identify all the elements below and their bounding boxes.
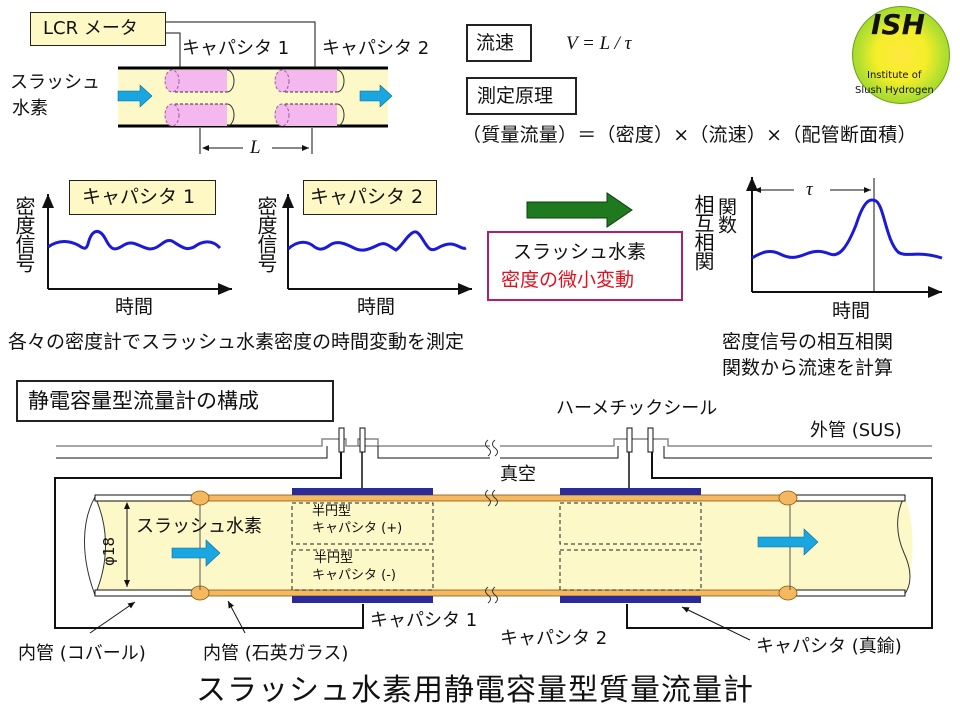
signal-plot-1-y-label: 密度信号	[12, 196, 36, 272]
density-variation-box: スラッシュ水素 密度の微小変動	[487, 231, 683, 301]
top-capacitor-1-label: キャパシタ 1	[182, 38, 290, 59]
measurement-heading: 測定原理	[477, 85, 554, 107]
signal-plot-2-title: キャパシタ 2	[310, 186, 424, 208]
logo-line2: Slush Hydrogen	[855, 85, 934, 96]
measurement-heading-box: 測定原理	[466, 77, 577, 115]
distance-label: L	[250, 137, 261, 158]
semi-cap-minus-line1: 半円型	[314, 551, 354, 566]
semi-cap-plus-line1: 半円型	[312, 504, 352, 519]
page-title: スラッシュ水素用静電容量型質量流量計	[196, 673, 754, 708]
construction-slush-label: スラッシュ水素	[136, 516, 262, 537]
inner-pipe-kovar-label: 内管 (コバール)	[18, 643, 146, 664]
signal-plot-1-line	[47, 230, 222, 251]
construction-capacitor-1-label: キャパシタ 1	[370, 610, 478, 631]
top-capacitor-2-label: キャパシタ 2	[322, 38, 430, 59]
tau-label: τ	[806, 179, 813, 200]
signal-plot-1-title-box: キャパシタ 1	[69, 180, 216, 215]
velocity-heading-box: 流速	[466, 24, 532, 62]
mass-flow-equation: （質量流量）＝（密度）×（流速）×（配管断面積）	[462, 124, 917, 146]
semi-cap-minus-line2: キャパシタ (-)	[312, 568, 396, 583]
correlation-y-label-col1: 相互相関	[691, 194, 715, 270]
correlation-plot-line	[751, 198, 943, 260]
signal-plot-2-line	[287, 230, 467, 252]
velocity-formula: V = L / τ	[566, 33, 632, 54]
lcr-wire-1	[165, 32, 181, 68]
signal-plot-1-title: キャパシタ 1	[82, 186, 196, 208]
hermetic-seal-left	[338, 427, 366, 453]
construction-capacitor-2-label: キャパシタ 2	[500, 628, 608, 649]
signal-plot-2-x-label: 時間	[357, 296, 396, 318]
hermetic-seal-right	[626, 427, 654, 453]
lcr-meter-label: LCR メータ	[43, 18, 138, 39]
correlation-plot-axes	[746, 177, 942, 298]
hermetic-seal-label: ハーメチックシール	[556, 398, 718, 419]
signal-caption: 各々の密度計でスラッシュ水素密度の時間変動を測定	[8, 331, 465, 353]
signal-plot-2-title-box: キャパシタ 2	[303, 180, 437, 215]
logo-line1: Institute of	[867, 70, 922, 81]
green-arrow-icon	[526, 192, 633, 228]
density-variation-line1: スラッシュ水素	[513, 241, 647, 263]
inner-pipe-quartz-label: 内管 (石英ガラス)	[203, 643, 349, 664]
correlation-caption-line2: 関数から流速を計算	[722, 357, 894, 379]
vacuum-label: 真空	[500, 464, 536, 485]
semi-cap-plus-line2: キャパシタ (+)	[312, 521, 403, 536]
signal-plot-1-x-label: 時間	[115, 296, 154, 318]
correlation-caption-line1: 密度信号の相互相関	[722, 331, 894, 353]
density-variation-line2: 密度の微小変動	[501, 269, 635, 291]
slush-label-line2: 水素	[12, 98, 48, 119]
slush-label-line1: スラッシュ	[10, 72, 100, 93]
construction-heading-box: 静電容量型流量計の構成	[16, 380, 334, 422]
diameter-label: φ18	[100, 537, 118, 566]
outer-pipe	[56, 438, 932, 459]
correlation-x-label: 時間	[832, 300, 871, 322]
logo-title: ISH	[871, 8, 926, 41]
lcr-meter-box: LCR メータ	[30, 12, 166, 46]
construction-heading: 静電容量型流量計の構成	[28, 389, 259, 413]
velocity-heading: 流速	[476, 32, 515, 54]
ish-logo: ISH Institute of Slush Hydrogen	[852, 6, 950, 104]
outer-pipe-label: 外管 (SUS)	[810, 420, 902, 441]
correlation-y-label-col2: 関数	[715, 197, 737, 233]
top-pipe	[118, 66, 388, 128]
capacitor-brass-label: キャパシタ (真鍮)	[756, 636, 902, 657]
signal-plot-2-y-label: 密度信号	[254, 196, 278, 272]
